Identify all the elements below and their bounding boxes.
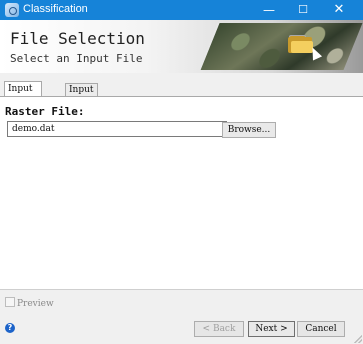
next-button[interactable]: Next > — [248, 321, 295, 337]
minimize-button[interactable]: — — [252, 0, 286, 20]
preview-checkbox[interactable]: Preview — [5, 297, 54, 309]
tab-input-raster[interactable]: Input Raster — [4, 81, 43, 108]
tab-input-mask[interactable]: Input Mask — [65, 83, 98, 107]
divider — [0, 289, 363, 290]
raster-file-label: Raster File: — [5, 105, 85, 118]
help-icon[interactable]: ? — [5, 323, 15, 333]
window-title: Classification — [23, 3, 88, 15]
app-icon — [5, 3, 19, 17]
wizard-header: File Selection Select an Input File — [0, 20, 363, 73]
maximize-button[interactable]: ☐ — [286, 0, 320, 20]
preview-label: Preview — [17, 299, 54, 309]
resize-grip[interactable] — [354, 335, 362, 343]
satellite-image — [198, 23, 363, 70]
cancel-button[interactable]: Cancel — [297, 321, 345, 337]
checkbox-icon[interactable] — [5, 297, 15, 307]
classification-window: Classification — ☐ ✕ File Selection Sele… — [0, 0, 363, 344]
input-raster-panel: Raster File: demo.dat Browse... — [0, 96, 363, 289]
page-subtitle: Select an Input File — [10, 52, 143, 65]
page-title: File Selection — [10, 29, 145, 48]
title-bar: Classification — ☐ ✕ — [0, 0, 363, 20]
close-button[interactable]: ✕ — [322, 0, 356, 20]
back-button[interactable]: < Back — [194, 321, 244, 337]
browse-button[interactable]: Browse... — [222, 122, 276, 138]
raster-file-input[interactable]: demo.dat — [7, 121, 227, 137]
